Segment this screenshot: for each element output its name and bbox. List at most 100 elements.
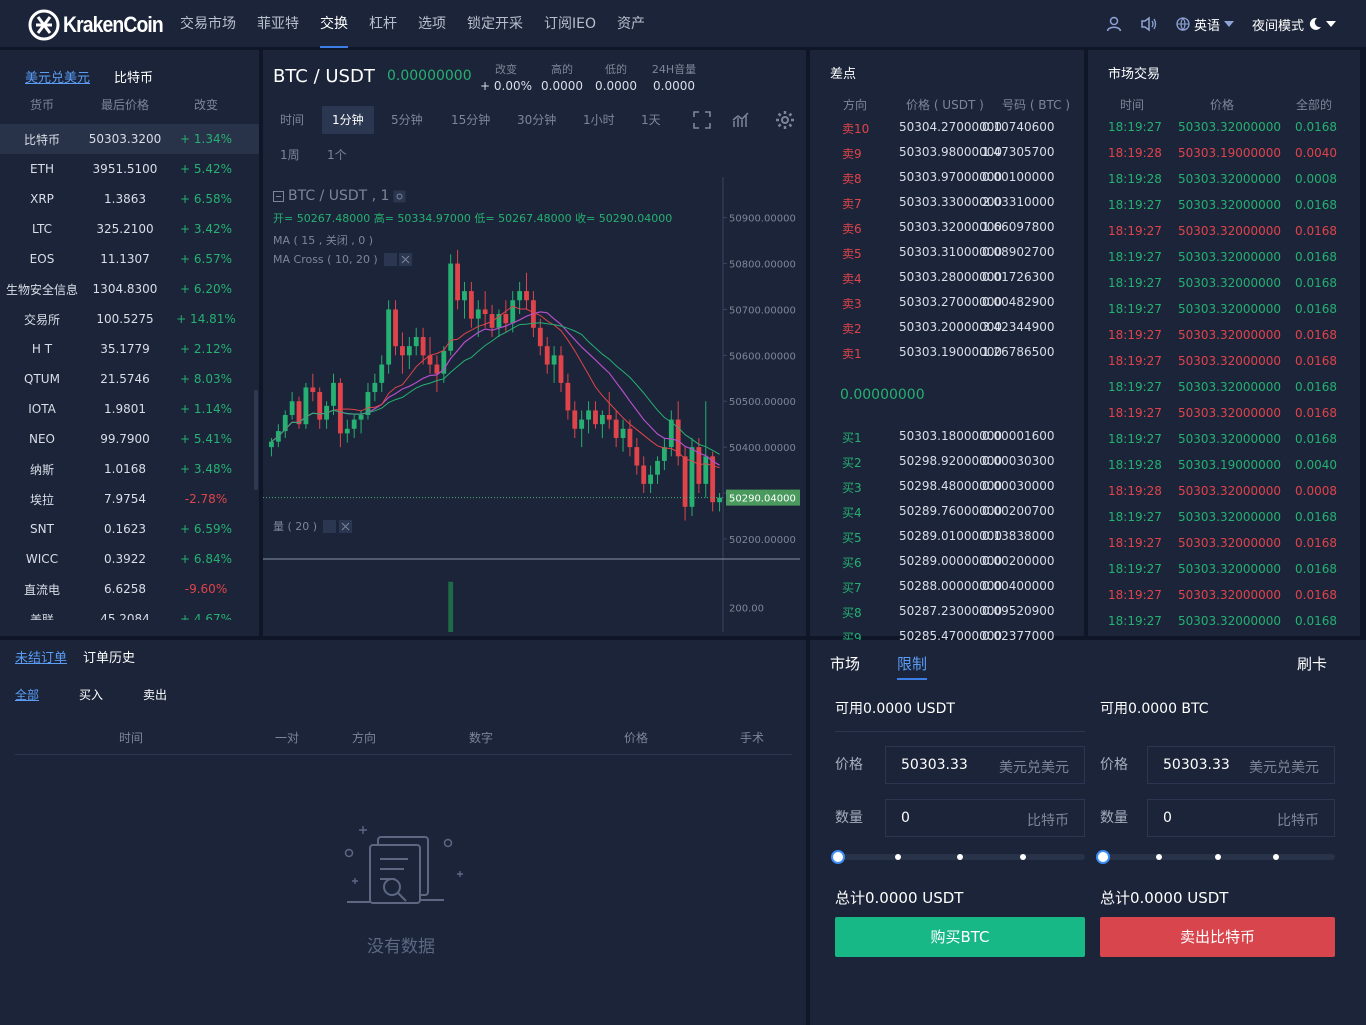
nav-item-ieo[interactable]: 订阅IEO <box>536 0 604 48</box>
nav-item-options[interactable]: 选项 <box>410 0 454 48</box>
ask-row[interactable]: 卖6 50303.32000000 1.66097800 <box>810 216 1084 241</box>
market-row[interactable]: ETH 3951.5100 + 5.42% <box>0 154 259 184</box>
tab-market[interactable]: 市场 <box>830 653 860 674</box>
interval-time[interactable]: 时间 <box>270 106 314 134</box>
market-row[interactable]: H T 35.1779 + 2.12% <box>0 334 259 364</box>
markets-scrollbar[interactable] <box>254 390 258 490</box>
bid-row[interactable]: 买8 50287.23000000 0.09520900 <box>810 600 1084 625</box>
volume-controls-icon[interactable] <box>323 519 353 533</box>
interval-1h[interactable]: 1小时 <box>573 106 625 134</box>
ask-row[interactable]: 卖3 50303.27000000 0.00482900 <box>810 291 1084 316</box>
nav-item-lock-mining[interactable]: 锁定开采 <box>459 0 531 48</box>
trade-row: 18:19:27 50303.32000000 0.0168 <box>1088 610 1360 636</box>
market-row[interactable]: QTUM 21.5746 + 8.03% <box>0 364 259 394</box>
market-row[interactable]: 生物安全信息 1304.8300 + 6.20% <box>0 274 259 304</box>
market-row[interactable]: XRP 1.3863 + 6.58% <box>0 184 259 214</box>
collapse-icon[interactable] <box>273 190 284 202</box>
user-icon[interactable] <box>1106 16 1122 32</box>
tab-limit[interactable]: 限制 <box>897 653 928 680</box>
sell-slider-step-75[interactable] <box>1273 854 1279 860</box>
market-row[interactable]: 直流电 6.6258 -9.60% <box>0 574 259 604</box>
bid-row[interactable]: 买5 50289.01000000 0.13838000 <box>810 525 1084 550</box>
indicators-icon[interactable] <box>732 111 750 129</box>
indicator-controls-icon[interactable] <box>383 253 412 266</box>
nav-item-fiat[interactable]: 菲亚特 <box>249 0 307 48</box>
buy-slider-step-25[interactable] <box>895 854 901 860</box>
candle-body <box>551 355 557 365</box>
bid-row[interactable]: 买7 50288.00000000 0.00400000 <box>810 575 1084 600</box>
bid-row[interactable]: 买6 50289.00000000 0.00200000 <box>810 550 1084 575</box>
buy-slider-step-75[interactable] <box>1020 854 1026 860</box>
filter-all[interactable]: 全部 <box>15 686 39 703</box>
ask-row[interactable]: 卖5 50303.31000000 0.08902700 <box>810 241 1084 266</box>
tab-btc[interactable]: 比特币 <box>114 67 153 86</box>
sell-price-input[interactable]: 50303.33 美元兑美元 <box>1147 746 1335 784</box>
market-row[interactable]: EOS 11.1307 + 6.57% <box>0 244 259 274</box>
interval-15min[interactable]: 15分钟 <box>441 106 500 134</box>
trade-price: 50303.32000000 <box>1178 302 1282 316</box>
tab-order-history[interactable]: 订单历史 <box>83 647 135 666</box>
order-side: 买5 <box>842 531 862 545</box>
interval-30min[interactable]: 30分钟 <box>507 106 566 134</box>
bid-row[interactable]: 买4 50289.76000000 0.00200700 <box>810 500 1084 525</box>
ask-row[interactable]: 卖1 50303.19000000 1.26786500 <box>810 341 1084 366</box>
language-selector[interactable]: 英语 <box>1176 15 1234 34</box>
card-link[interactable]: 刷卡 <box>1297 653 1327 674</box>
buy-price-input[interactable]: 50303.33 美元兑美元 <box>885 746 1085 784</box>
interval-5min[interactable]: 5分钟 <box>381 106 433 134</box>
interval-1mon[interactable]: 1个 <box>317 141 357 169</box>
tab-open-orders[interactable]: 未结订单 <box>15 647 67 666</box>
nav-item-exchange[interactable]: 交换 <box>312 0 356 48</box>
ask-row[interactable]: 卖4 50303.28000000 0.01726300 <box>810 266 1084 291</box>
market-row[interactable]: 交易所 100.5275 + 14.81% <box>0 304 259 334</box>
market-row[interactable]: IOTA 1.9801 + 1.14% <box>0 394 259 424</box>
interval-1w[interactable]: 1周 <box>270 141 310 169</box>
sell-button[interactable]: 卖出比特币 <box>1100 917 1335 957</box>
tab-usdt[interactable]: 美元兑美元 <box>25 67 90 86</box>
filter-buy[interactable]: 买入 <box>79 686 103 703</box>
market-row[interactable]: 纳斯 1.0168 + 3.48% <box>0 454 259 484</box>
market-row[interactable]: 美联 45.2084 + 4.67% <box>0 604 259 620</box>
order-amount: 0.00100000 <box>982 170 1055 184</box>
market-price: 100.5275 <box>96 312 154 326</box>
sell-slider-step-50[interactable] <box>1215 854 1221 860</box>
ask-row[interactable]: 卖7 50303.33000000 2.03310000 <box>810 191 1084 216</box>
buy-slider-step-50[interactable] <box>957 854 963 860</box>
sell-slider-step-25[interactable] <box>1156 854 1162 860</box>
sell-slider-knob[interactable] <box>1096 850 1110 864</box>
ask-row[interactable]: 卖2 50303.20000000 3.42344900 <box>810 316 1084 341</box>
market-row[interactable]: NEO 99.7900 + 5.41% <box>0 424 259 454</box>
chart-settings-icon[interactable] <box>393 190 406 203</box>
interval-1d[interactable]: 1天 <box>631 106 671 134</box>
buy-amount-slider[interactable] <box>831 850 1085 864</box>
bid-row[interactable]: 买1 50303.18000000 0.00001600 <box>810 425 1084 450</box>
filter-sell[interactable]: 卖出 <box>143 686 167 703</box>
ask-row[interactable]: 卖8 50303.97000000 0.00100000 <box>810 166 1084 191</box>
buy-slider-knob[interactable] <box>831 850 845 864</box>
interval-1min[interactable]: 1分钟 <box>322 106 374 134</box>
sell-amount-slider[interactable] <box>1096 850 1335 864</box>
market-row[interactable]: 比特币 50303.3200 + 1.34% <box>0 124 259 154</box>
nav-item-market[interactable]: 交易市场 <box>172 0 244 48</box>
buy-qty-input[interactable]: 0 比特币 <box>885 799 1085 837</box>
buy-button[interactable]: 购买BTC <box>835 917 1085 957</box>
nav-item-assets[interactable]: 资产 <box>609 0 653 48</box>
brand-logo[interactable]: KrakenCoin <box>28 9 176 41</box>
order-amount: 0.13838000 <box>982 529 1055 543</box>
sell-qty-input[interactable]: 0 比特币 <box>1147 799 1335 837</box>
candle-body <box>544 346 550 365</box>
ask-row[interactable]: 卖9 50303.98000000 1.47305700 <box>810 141 1084 166</box>
market-row[interactable]: SNT 0.1623 + 6.59% <box>0 514 259 544</box>
night-mode-toggle[interactable]: 夜间模式 <box>1252 15 1336 34</box>
nav-item-leverage[interactable]: 杠杆 <box>361 0 405 48</box>
bid-row[interactable]: 买3 50298.48000000 0.00030000 <box>810 475 1084 500</box>
settings-gear-icon[interactable] <box>775 110 795 130</box>
ask-row[interactable]: 卖10 50304.27000000 0.10740600 <box>810 116 1084 141</box>
stat-change-label: 改变 <box>495 63 517 76</box>
market-row[interactable]: 埃拉 7.9754 -2.78% <box>0 484 259 514</box>
speaker-icon[interactable] <box>1140 16 1158 32</box>
market-row[interactable]: LTC 325.2100 + 3.42% <box>0 214 259 244</box>
fullscreen-icon[interactable] <box>693 111 711 129</box>
bid-row[interactable]: 买2 50298.92000000 0.00030300 <box>810 450 1084 475</box>
market-row[interactable]: WICC 0.3922 + 6.84% <box>0 544 259 574</box>
